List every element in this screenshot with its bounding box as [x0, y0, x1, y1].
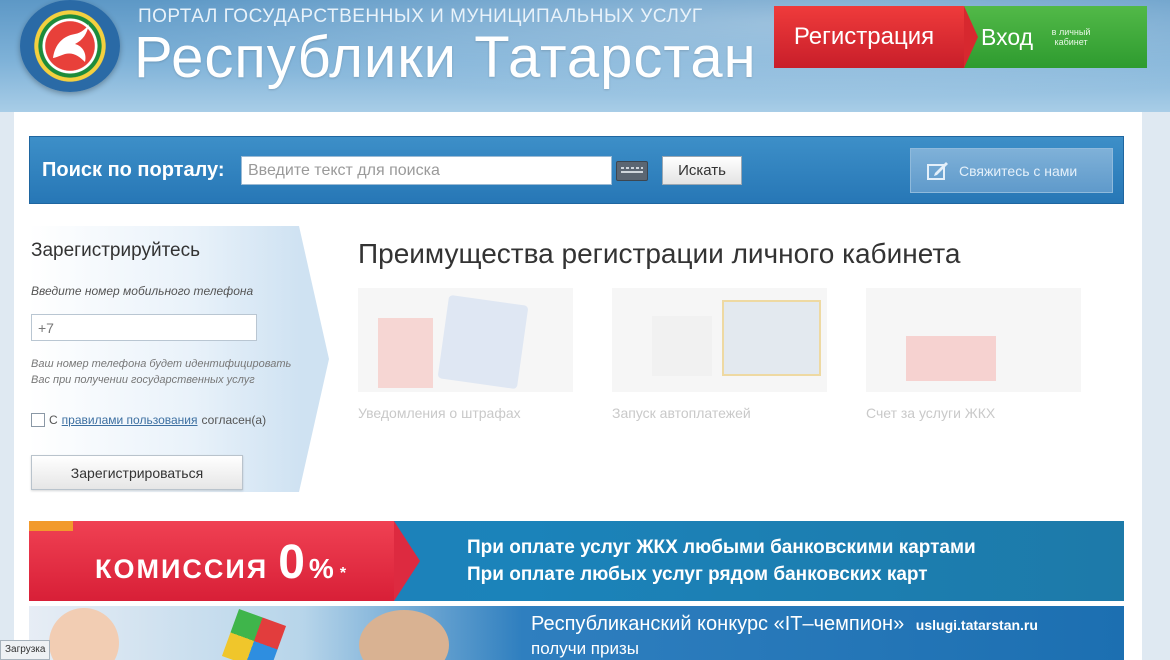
register-panel: Зарегистрируйтесь Введите номер мобильно… — [29, 226, 329, 492]
benefit-card[interactable]: Запуск автоплатежей — [612, 288, 837, 488]
benefit-image — [358, 288, 573, 392]
register-button[interactable]: Регистрация — [774, 6, 978, 68]
register-submit-button[interactable]: Зарегистрироваться — [31, 455, 243, 490]
commission-percent: % — [308, 553, 336, 584]
terms-suffix: согласен(а) — [201, 413, 267, 427]
login-button-sublabel: в личный кабинет — [1051, 27, 1091, 47]
benefit-caption: Запуск автоплатежей — [612, 405, 751, 421]
edit-note-icon — [927, 161, 948, 180]
benefit-card[interactable]: Уведомления о штрафах — [358, 288, 583, 488]
phone-label: Введите номер мобильного телефона — [31, 284, 254, 298]
benefits-title: Преимущества регистрации личного кабинет… — [358, 238, 961, 269]
tatarstan-emblem-logo[interactable] — [20, 0, 120, 92]
child-photo — [49, 608, 119, 660]
keyboard-icon[interactable] — [616, 161, 648, 181]
search-input[interactable] — [241, 156, 612, 185]
terms-prefix: С — [49, 413, 58, 427]
leopard-emblem-icon — [53, 24, 89, 62]
benefit-image — [612, 288, 827, 392]
portal-title: Республики Татарстан — [134, 25, 757, 90]
benefit-card[interactable]: Счет за услуги ЖКХ — [866, 288, 1091, 488]
promo-orange-tab — [29, 521, 73, 531]
search-bar: Поиск по порталу: Искать Свяжитесь с нам… — [29, 136, 1124, 204]
contest-title: Республиканский конкурс «IT–чемпион» usl… — [531, 613, 1038, 636]
terms-agreement: С правилами пользования согласен(а) — [31, 413, 266, 427]
terms-checkbox[interactable] — [31, 413, 45, 427]
commission-headline: КОМИССИЯ 0 % * — [95, 535, 348, 590]
commission-value: 0 — [278, 536, 307, 589]
phone-hint: Ваш номер телефона будет идентифицироват… — [31, 358, 292, 386]
it-champion-contest-banner[interactable]: Республиканский конкурс «IT–чемпион» usl… — [29, 606, 1124, 660]
phone-input[interactable] — [31, 314, 257, 341]
benefit-caption: Счет за услуги ЖКХ — [866, 405, 996, 421]
rubik-cube-image — [221, 608, 287, 660]
browser-status-chip: Загрузка — [0, 640, 51, 660]
commission-footnote-mark: * — [339, 565, 349, 582]
benefit-caption: Уведомления о штрафах — [358, 405, 521, 421]
contact-us-button[interactable]: Свяжитесь с нами — [910, 148, 1113, 193]
promo-line-2: При оплате любых услуг рядом банковских … — [467, 564, 928, 585]
contest-subtitle: получи призы — [531, 639, 639, 658]
contest-title-text: Республиканский конкурс «IT–чемпион» — [531, 613, 905, 635]
register-title: Зарегистрируйтесь — [31, 240, 201, 261]
search-label: Поиск по порталу: — [42, 159, 225, 181]
login-button[interactable]: Вход в личный кабинет — [955, 6, 1147, 68]
login-button-label: Вход — [981, 23, 1034, 50]
girl-photo — [359, 610, 449, 660]
benefit-image — [866, 288, 1081, 392]
commission-promo-banner[interactable]: КОМИССИЯ 0 % * При оплате услуг ЖКХ любы… — [29, 521, 1124, 601]
contest-url: uslugi.tatarstan.ru — [915, 617, 1038, 633]
register-button-label: Регистрация — [793, 23, 935, 50]
promo-line-1: При оплате услуг ЖКХ любыми банковскими … — [467, 537, 976, 558]
terms-link[interactable]: правилами пользования — [62, 413, 198, 427]
search-button[interactable]: Искать — [662, 156, 742, 185]
commission-word: КОМИССИЯ — [95, 554, 269, 584]
contact-us-label: Свяжитесь с нами — [959, 162, 1078, 179]
